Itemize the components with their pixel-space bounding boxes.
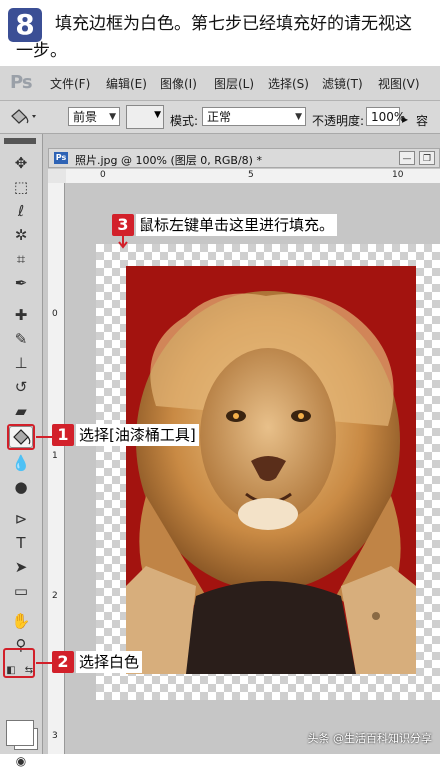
menu-edit[interactable]: 编辑(E) [106,75,147,92]
ruler-tick-label: 0 [52,309,58,319]
blur-icon[interactable]: 💧 [9,452,33,474]
magic-wand-icon[interactable]: ✲ [9,224,33,246]
menu-image[interactable]: 图像(I) [160,75,197,92]
direct-select-icon[interactable]: ➤ [9,556,33,578]
healing-icon[interactable]: ✚ [9,304,33,326]
menu-file[interactable]: 文件(F) [50,75,90,92]
instruction-text-line1: 填充边框为白色。第七步已经填充好的请无视这 [55,14,412,34]
toolbox-grip[interactable] [4,138,36,144]
foreground-swatch-highlight [3,648,35,678]
menu-view[interactable]: 视图(V) [378,75,420,92]
annotation-arrow-1 [36,436,52,438]
annotation-text-1: 选择[油漆桶工具] [76,424,199,446]
move-icon[interactable]: ✥ [9,152,33,174]
eraser-icon[interactable]: ▰ [9,400,33,422]
fill-source-value: 前景 [73,110,98,124]
dodge-icon[interactable]: ● [9,476,33,498]
opacity-label: 不透明度: [312,114,365,128]
annotation-text-2: 选择白色 [76,651,143,673]
annotation-text-3: 鼠标左键单击这里进行填充。 [136,214,338,236]
options-bar: 前景 ▼ ▼ 模式: 正常 ▼ 不透明度: 100% ▸ 容 [0,101,440,134]
current-tool-preset[interactable] [6,106,40,128]
instruction-header: 8 填充边框为白色。第七步已经填充好的请无视这 一步。 [0,0,440,62]
opacity-stepper-icon[interactable]: ▸ [402,112,408,126]
restore-icon[interactable]: ❐ [419,151,435,165]
annotation-badge-1: 1 [52,424,74,446]
lion-illustration [126,291,416,674]
minimize-icon[interactable]: — [399,151,415,165]
arrow-down-icon [118,236,128,249]
menu-bar: Ps 文件(F) 编辑(E) 图像(I) 图层(L) 选择(S) 滤镜(T) 视… [0,66,440,101]
type-icon[interactable]: T [9,532,33,554]
hand-icon[interactable]: ✋ [9,610,33,632]
annotation-badge-3: 3 [112,214,134,236]
shape-icon[interactable]: ▭ [9,580,33,602]
paint-bucket-highlight [7,424,35,450]
chevron-down-icon: ▼ [154,110,161,120]
document-title: 照片.jpg @ 100% (图层 0, RGB/8) * [75,154,262,167]
history-brush-icon[interactable]: ↺ [9,376,33,398]
watermark: 头条 @生活百科知识分享 [307,732,433,745]
chevron-down-icon: ▼ [295,112,302,122]
lion-photo [126,266,416,674]
crop-icon[interactable]: ⌗ [9,248,33,270]
marquee-icon[interactable]: ⬚ [9,176,33,198]
photoshop-logo: Ps [10,72,33,93]
instruction-text-line2: 一步。 [16,41,67,61]
ruler-tick-label: 10 [392,170,404,180]
ruler-corner [48,169,66,183]
tolerance-label: 容 [416,114,429,128]
annotation-badge-2: 2 [52,651,74,673]
annotation-arrow-2 [36,662,52,664]
document-tab[interactable]: Ps 照片.jpg @ 100% (图层 0, RGB/8) * — ❐ [48,148,440,168]
path-select-icon[interactable]: ⊳ [9,508,33,530]
fill-source-select[interactable]: 前景 ▼ [68,107,120,126]
ruler-horizontal: 0 5 10 [66,169,440,184]
lasso-icon[interactable]: ℓ [9,200,33,222]
chevron-down-icon: ▼ [109,112,116,122]
stamp-icon[interactable]: ⊥ [9,352,33,374]
ruler-tick-label: 2 [52,591,58,601]
ruler-tick-label: 1 [52,451,58,461]
mode-select[interactable]: 正常 ▼ [202,107,306,126]
menu-filter[interactable]: 滤镜(T) [322,75,363,92]
quick-mask-icon[interactable]: ◉ [9,750,33,772]
foreground-color-swatch[interactable] [6,720,34,746]
mode-value: 正常 [207,110,232,124]
opacity-input[interactable]: 100% [366,107,405,126]
ruler-tick-label: 0 [100,170,106,180]
eyedropper-icon[interactable]: ✒ [9,272,33,294]
ruler-tick-label: 5 [248,170,254,180]
pattern-picker[interactable]: ▼ [126,105,164,129]
paint-bucket-icon [11,109,36,124]
opacity-value: 100% [371,110,406,124]
menu-layer[interactable]: 图层(L) [214,75,254,92]
ruler-tick-label: 3 [52,731,58,741]
mode-label: 模式: [170,114,199,128]
ps-document-icon: Ps [54,152,68,164]
menu-select[interactable]: 选择(S) [268,75,309,92]
brush-icon[interactable]: ✎ [9,328,33,350]
